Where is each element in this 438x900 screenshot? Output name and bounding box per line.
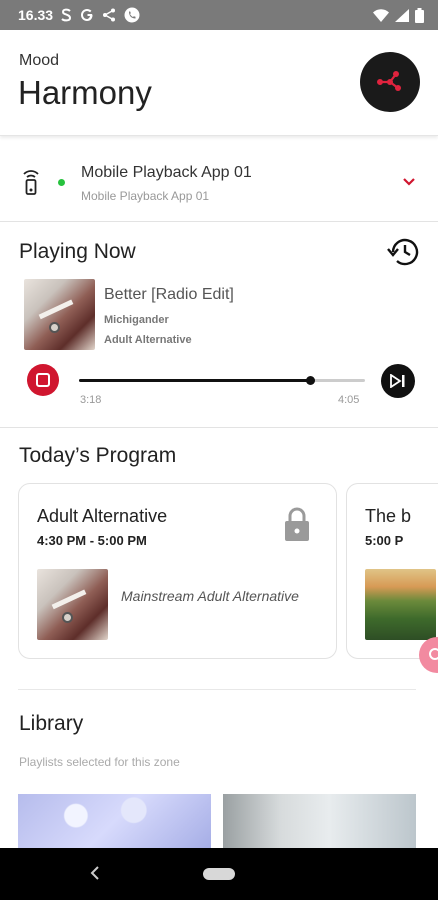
program-card[interactable]: The b 5:00 P [346, 483, 438, 659]
skip-next-icon [390, 374, 405, 388]
playing-now-title: Playing Now [19, 240, 136, 263]
wifi-icon [373, 8, 389, 22]
library-title: Library [19, 712, 84, 735]
library-hint: Playlists selected for this zone [19, 755, 180, 769]
track-title: Better [Radio Edit] [104, 286, 234, 303]
zone-name: Mobile Playback App 01 [81, 164, 252, 181]
online-status-dot [58, 179, 65, 186]
header: Mood Harmony [0, 30, 438, 136]
progress-bar[interactable] [79, 376, 365, 385]
stop-button[interactable] [27, 364, 59, 396]
battery-icon [415, 7, 424, 23]
history-icon[interactable] [385, 236, 419, 273]
program-card-art [37, 569, 108, 640]
elapsed-time: 3:18 [80, 394, 102, 406]
status-bar: 16.33 [0, 0, 438, 30]
playing-now-section: Playing Now Better [Radio Edit] Michigan… [0, 222, 438, 428]
program-section: Today’s Program Adult Alternative 4:30 P… [0, 429, 438, 687]
add-icon [429, 648, 438, 660]
share-icon [102, 8, 116, 22]
zone-subname: Mobile Playback App 01 [81, 189, 210, 203]
google-icon [80, 8, 94, 22]
program-card-description: Mainstream Adult Alternative [121, 588, 299, 604]
chevron-down-icon[interactable] [402, 174, 416, 192]
skip-next-button[interactable] [381, 364, 415, 398]
home-button[interactable] [203, 868, 235, 880]
program-card-time: 5:00 P [365, 533, 404, 548]
network-logo-icon[interactable] [360, 52, 420, 112]
signal-icon [395, 8, 409, 22]
lock-icon [282, 506, 312, 547]
system-nav-bar [0, 848, 438, 900]
status-time: 16.33 [18, 7, 54, 23]
page-title: Harmony [18, 74, 152, 111]
library-section: Library Playlists selected for this zone [0, 690, 438, 848]
progress-fill [79, 379, 311, 382]
album-art [24, 279, 95, 350]
program-title: Today’s Program [19, 444, 177, 467]
zone-selector[interactable]: Mobile Playback App 01 Mobile Playback A… [0, 140, 438, 222]
program-card-art [365, 569, 436, 640]
playlist-tile[interactable] [223, 794, 416, 848]
duration-time: 4:05 [338, 394, 360, 406]
back-icon[interactable] [90, 865, 100, 886]
track-genre: Adult Alternative [104, 334, 192, 346]
program-card[interactable]: Adult Alternative 4:30 PM - 5:00 PM Main… [18, 483, 337, 659]
program-card-time: 4:30 PM - 5:00 PM [37, 533, 147, 548]
playlist-tile[interactable] [18, 794, 211, 848]
program-card-title: The b [365, 506, 412, 526]
track-artist: Michigander [104, 314, 169, 326]
s-app-icon [61, 8, 72, 22]
speaker-icon [22, 168, 40, 201]
mood-label: Mood [19, 52, 60, 69]
stop-icon [36, 373, 50, 387]
progress-knob[interactable] [306, 376, 316, 385]
program-card-title: Adult Alternative [37, 506, 168, 526]
phone-icon [124, 7, 140, 23]
